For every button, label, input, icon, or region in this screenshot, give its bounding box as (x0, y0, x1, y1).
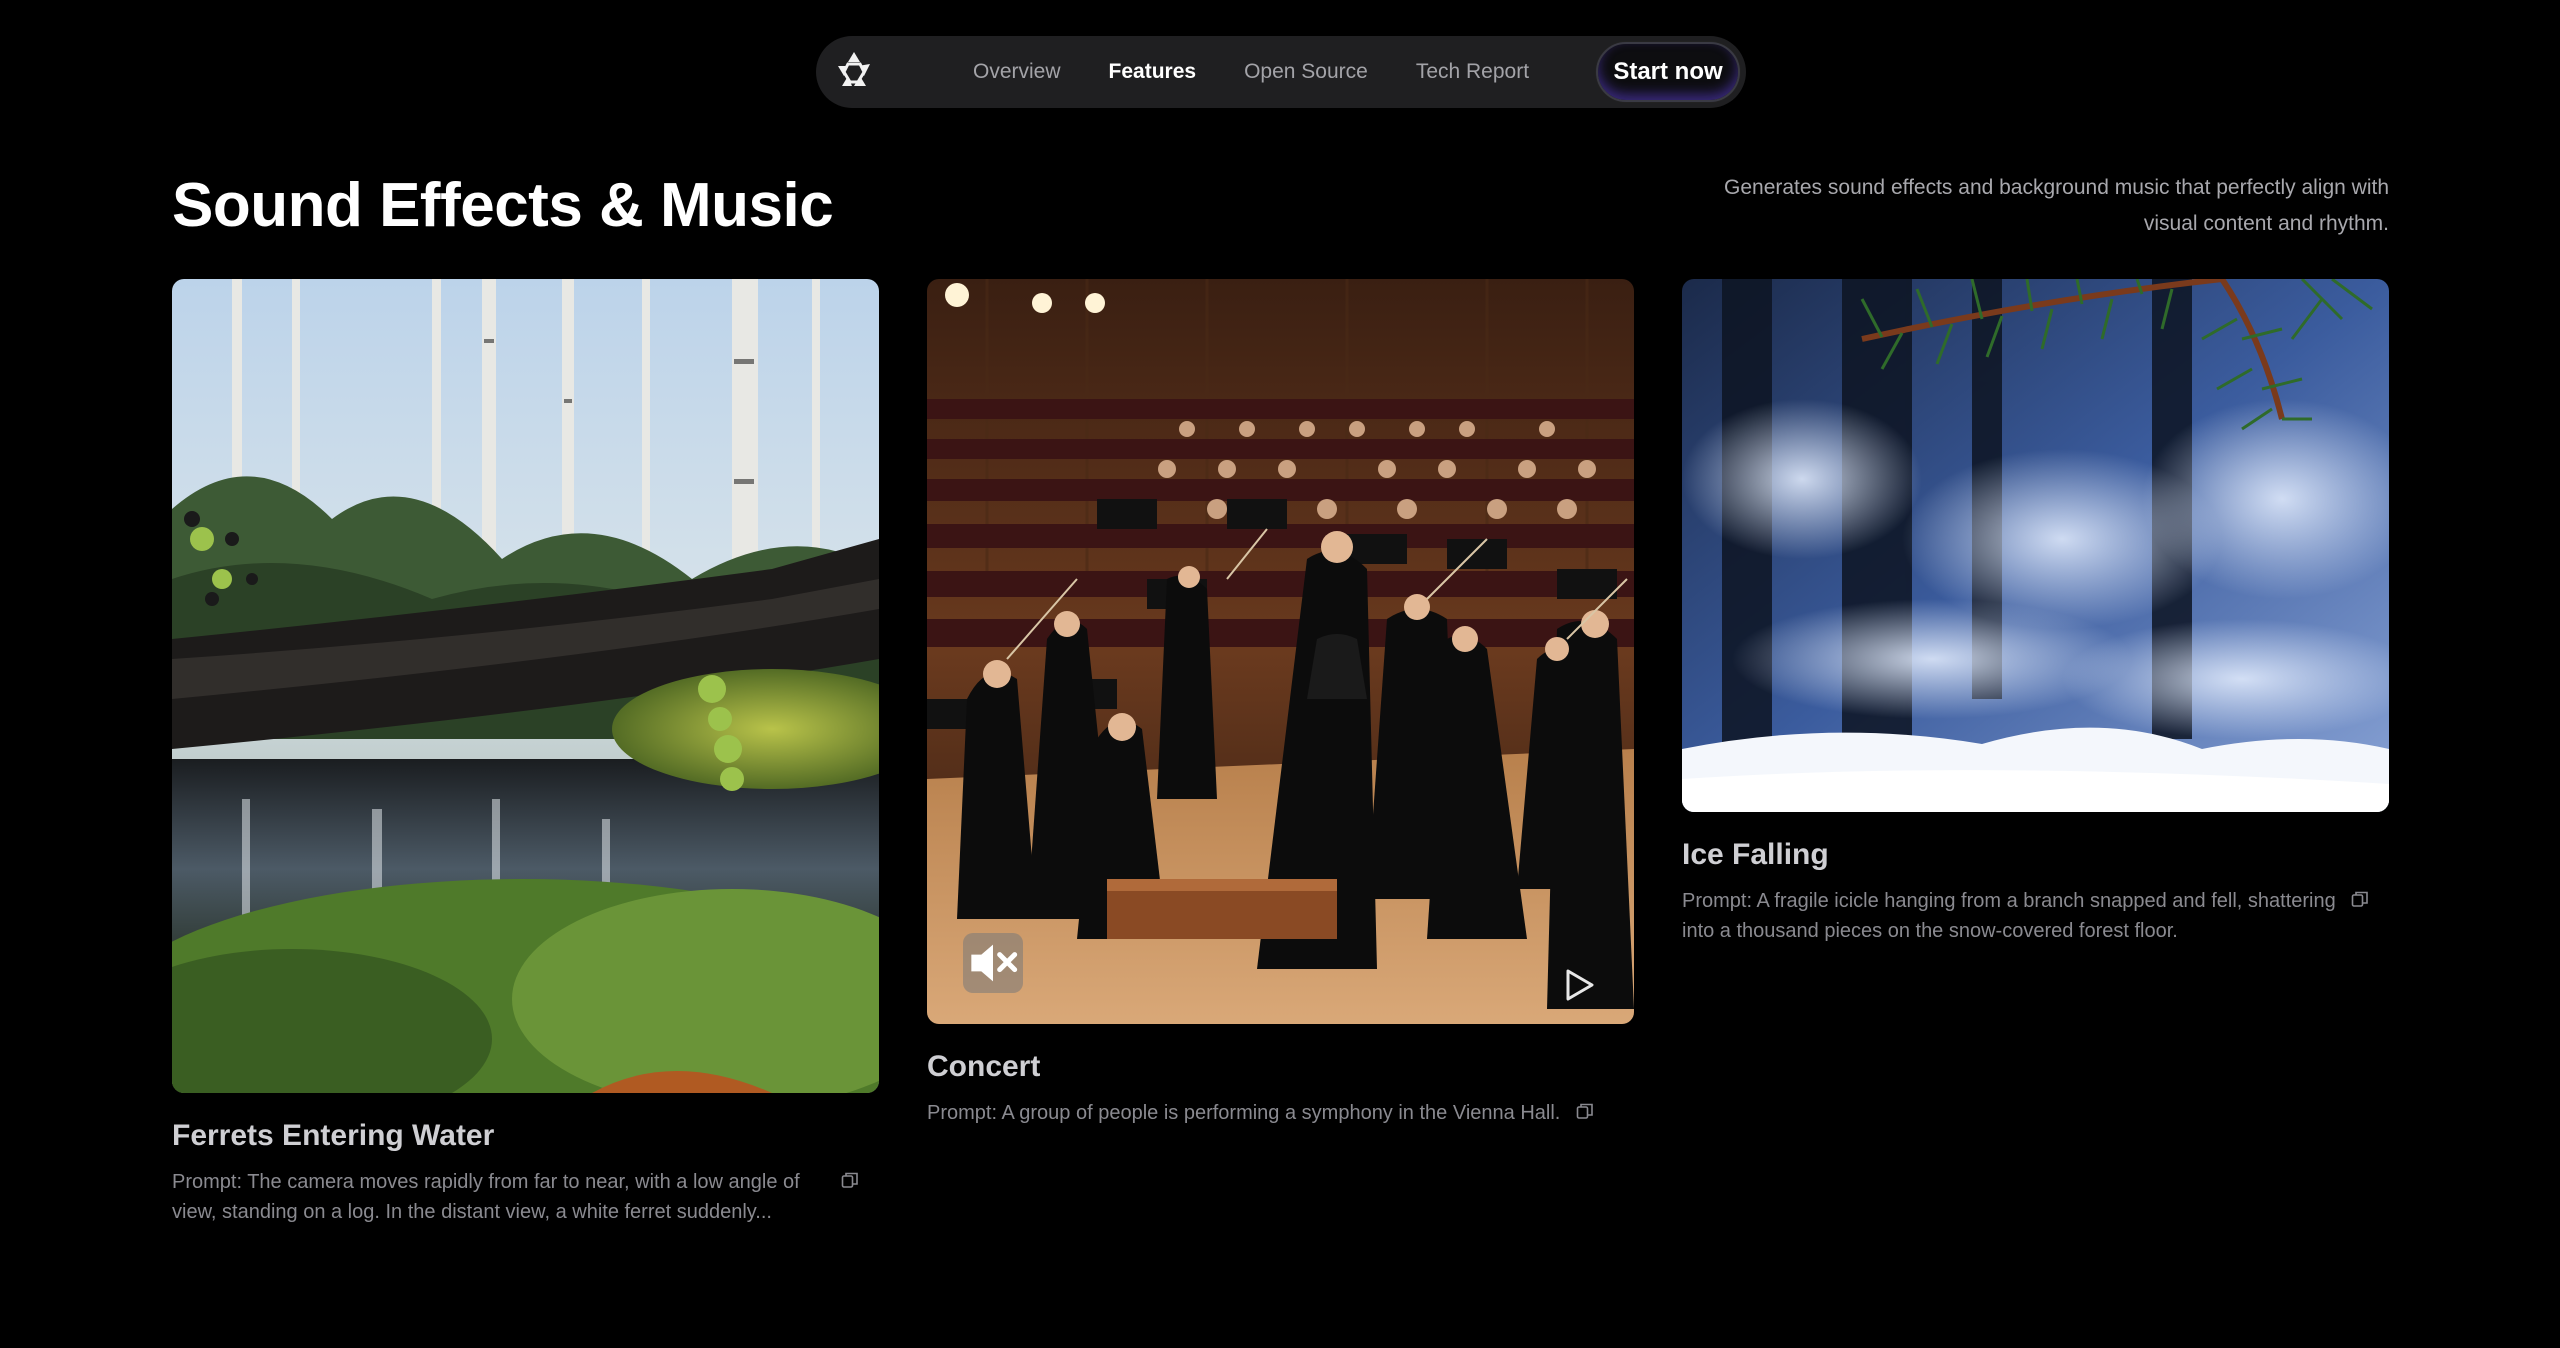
logo-icon[interactable] (830, 48, 878, 96)
video-card-ice-falling: Ice Falling Prompt: A fragile icicle han… (1682, 279, 2389, 946)
mute-toggle-button[interactable] (963, 933, 1023, 993)
nav-link-overview[interactable]: Overview (973, 60, 1061, 84)
nav-links: Overview Features Open Source Tech Repor… (973, 36, 1529, 108)
play-icon[interactable] (1560, 967, 1596, 1003)
nav-link-open-source[interactable]: Open Source (1244, 60, 1368, 84)
nav-link-tech-report[interactable]: Tech Report (1416, 60, 1529, 84)
section-description: Generates sound effects and background m… (1724, 176, 2389, 235)
copy-icon[interactable] (841, 1171, 859, 1189)
card-title: Concert (927, 1050, 1041, 1083)
prompt-row: Prompt: A group of people is performing … (927, 1098, 1634, 1128)
start-now-button[interactable]: Start now (1596, 42, 1740, 102)
card-title: Ice Falling (1682, 838, 1829, 871)
copy-icon[interactable] (2351, 890, 2369, 908)
prompt-row: Prompt: The camera moves rapidly from fa… (172, 1167, 879, 1227)
snowy-forest-image[interactable] (1682, 279, 2389, 812)
copy-icon[interactable] (1576, 1102, 1594, 1120)
video-card-ferrets: Ferrets Entering Water Prompt: The camer… (172, 279, 879, 1227)
muted-speaker-icon (971, 944, 1018, 982)
top-nav: Overview Features Open Source Tech Repor… (816, 36, 1746, 108)
page: Overview Features Open Source Tech Repor… (0, 0, 2560, 1348)
orchestra-image[interactable] (927, 279, 1634, 1024)
card-prompt: Prompt: The camera moves rapidly from fa… (172, 1171, 800, 1223)
nav-link-features[interactable]: Features (1109, 60, 1197, 84)
forest-pond-image[interactable] (172, 279, 879, 1093)
card-prompt: Prompt: A group of people is performing … (927, 1102, 1561, 1124)
section-title: Sound Effects & Music (172, 171, 834, 240)
video-card-concert: Concert Prompt: A group of people is per… (927, 279, 1634, 1128)
prompt-row: Prompt: A fragile icicle hanging from a … (1682, 886, 2389, 946)
card-title: Ferrets Entering Water (172, 1119, 495, 1152)
card-prompt: Prompt: A fragile icicle hanging from a … (1682, 890, 2336, 942)
